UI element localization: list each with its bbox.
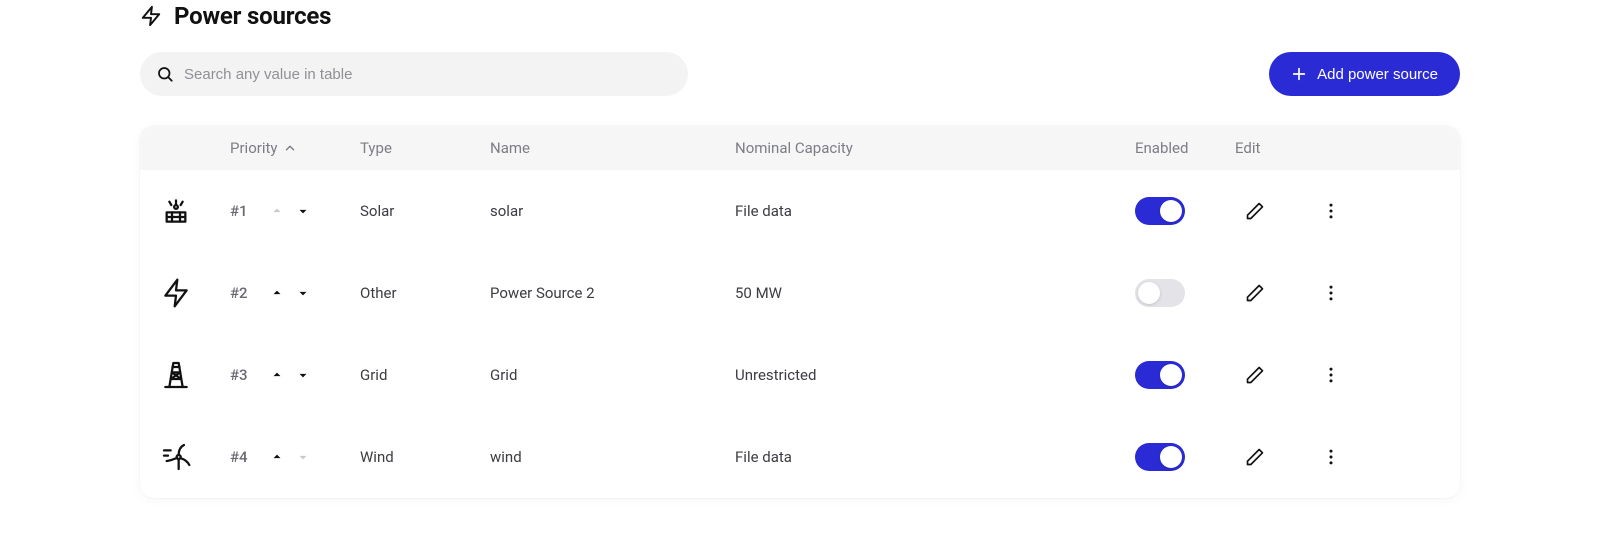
type-cell: Other (360, 284, 490, 302)
priority-number: #4 (230, 448, 260, 466)
name-cell: Grid (490, 366, 735, 384)
priority-cell: #4 (230, 448, 360, 466)
header-name[interactable]: Name (490, 139, 735, 157)
priority-down-button (294, 448, 312, 466)
solar-icon (160, 195, 230, 227)
more-button[interactable] (1315, 277, 1347, 309)
add-power-source-button[interactable]: Add power source (1269, 52, 1460, 96)
header-priority[interactable]: Priority (230, 139, 360, 157)
priority-down-button[interactable] (294, 284, 312, 302)
priority-cell: #3 (230, 366, 360, 384)
capacity-cell: File data (735, 448, 1135, 466)
priority-up-button[interactable] (268, 366, 286, 384)
header-type[interactable]: Type (360, 139, 490, 157)
priority-cell: #2 (230, 284, 360, 302)
table-row: #2 OtherPower Source 250 MW (140, 252, 1460, 334)
bolt-icon (140, 4, 162, 28)
header-edit: Edit (1235, 139, 1375, 157)
bolt-icon (160, 277, 230, 309)
search-container[interactable] (140, 52, 688, 96)
more-button[interactable] (1315, 195, 1347, 227)
header-enabled: Enabled (1135, 139, 1188, 157)
name-cell: solar (490, 202, 735, 220)
wind-icon (160, 441, 230, 473)
more-button[interactable] (1315, 359, 1347, 391)
page-title: Power sources (174, 2, 331, 30)
enabled-toggle[interactable] (1135, 197, 1185, 225)
more-button[interactable] (1315, 441, 1347, 473)
plus-icon (1291, 66, 1307, 82)
type-cell: Wind (360, 448, 490, 466)
add-button-label: Add power source (1317, 66, 1438, 83)
edit-button[interactable] (1239, 195, 1271, 227)
table-row: #1 SolarsolarFile data (140, 170, 1460, 252)
edit-button[interactable] (1239, 441, 1271, 473)
priority-down-button[interactable] (294, 366, 312, 384)
table-header-row: Priority Type Name Nominal Capacity Enab… (140, 126, 1460, 170)
type-cell: Grid (360, 366, 490, 384)
edit-button[interactable] (1239, 277, 1271, 309)
table-row: #4 WindwindFile data (140, 416, 1460, 498)
search-input[interactable] (184, 66, 672, 83)
priority-number: #2 (230, 284, 260, 302)
priority-number: #1 (230, 202, 260, 220)
table-row: #3GridGridUnrestricted (140, 334, 1460, 416)
priority-number: #3 (230, 366, 260, 384)
header-capacity[interactable]: Nominal Capacity (735, 139, 1135, 157)
edit-button[interactable] (1239, 359, 1271, 391)
capacity-cell: Unrestricted (735, 366, 1135, 384)
enabled-toggle[interactable] (1135, 279, 1185, 307)
chevron-up-icon (283, 141, 297, 155)
priority-up-button (268, 202, 286, 220)
capacity-cell: 50 MW (735, 284, 1135, 302)
name-cell: wind (490, 448, 735, 466)
enabled-toggle[interactable] (1135, 443, 1185, 471)
priority-cell: #1 (230, 202, 360, 220)
search-icon (156, 65, 174, 83)
enabled-toggle[interactable] (1135, 361, 1185, 389)
priority-up-button[interactable] (268, 448, 286, 466)
priority-up-button[interactable] (268, 284, 286, 302)
type-cell: Solar (360, 202, 490, 220)
grid-icon (160, 359, 230, 391)
header-priority-label: Priority (230, 139, 277, 157)
name-cell: Power Source 2 (490, 284, 735, 302)
capacity-cell: File data (735, 202, 1135, 220)
power-sources-table: Priority Type Name Nominal Capacity Enab… (140, 126, 1460, 498)
priority-down-button[interactable] (294, 202, 312, 220)
